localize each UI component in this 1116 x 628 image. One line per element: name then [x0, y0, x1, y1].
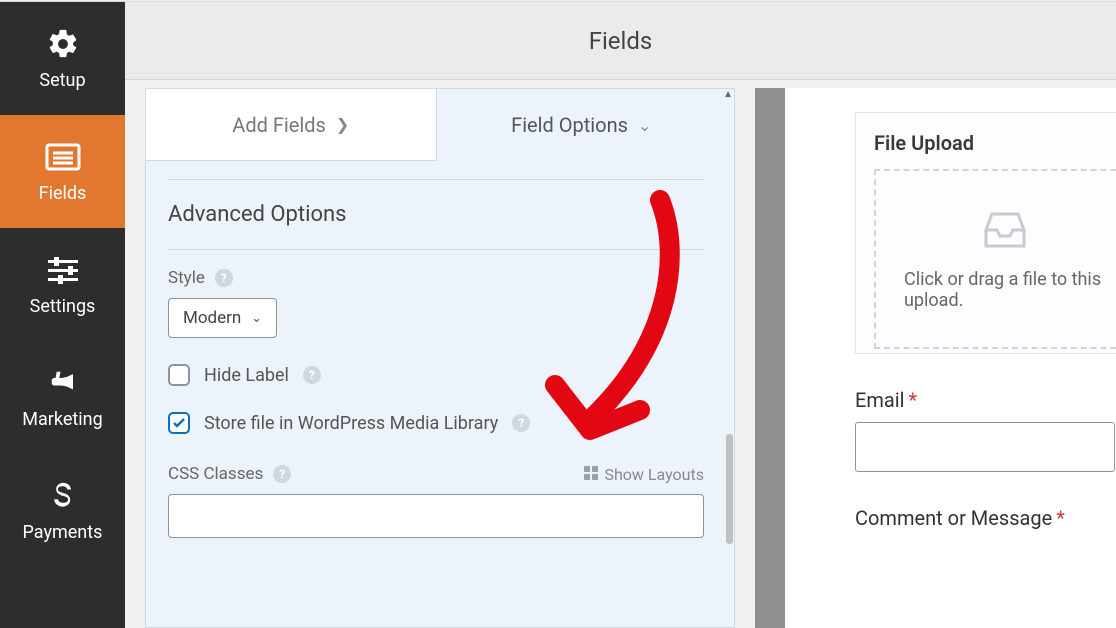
page-header: Fields: [125, 2, 1116, 80]
sliders-icon: [45, 252, 81, 288]
inbox-icon: [980, 208, 1030, 255]
email-input[interactable]: [855, 422, 1115, 472]
list-icon: [45, 139, 81, 175]
comment-field-preview: Comment or Message*: [855, 506, 1116, 530]
grid-icon: [584, 465, 598, 484]
help-icon[interactable]: ?: [215, 269, 233, 287]
field-options-panel: Add Fields ❯ Field Options ⌄ Advanced Op…: [145, 88, 735, 628]
tab-field-options[interactable]: Field Options ⌄: [437, 89, 727, 161]
bullhorn-icon: [45, 365, 81, 401]
style-value: Modern: [183, 308, 241, 328]
hide-label-checkbox[interactable]: [168, 364, 190, 386]
file-dropzone[interactable]: Click or drag a file to this upload.: [874, 169, 1116, 349]
required-mark: *: [909, 388, 918, 412]
divider: [168, 249, 704, 250]
tab-label: Field Options: [511, 113, 628, 137]
help-icon[interactable]: ?: [512, 414, 530, 432]
dollar-icon: [45, 478, 81, 514]
chevron-down-icon: ⌄: [251, 311, 262, 326]
tab-add-fields[interactable]: Add Fields ❯: [146, 89, 437, 161]
css-classes-label: CSS Classes: [168, 464, 263, 484]
email-field-preview: Email*: [855, 388, 1116, 472]
dropzone-text: Click or drag a file to this upload.: [904, 269, 1106, 311]
chevron-right-icon: ❯: [336, 115, 349, 134]
required-mark: *: [1056, 506, 1065, 530]
sidebar-item-label: Fields: [39, 183, 87, 204]
scrollbar-track[interactable]: ▲: [726, 89, 734, 628]
email-label: Email: [855, 388, 905, 412]
comment-label: Comment or Message: [855, 506, 1052, 530]
chevron-down-icon: ⌄: [638, 116, 651, 135]
sidebar-item-setup[interactable]: Setup: [0, 2, 125, 115]
file-upload-field[interactable]: File Upload Click or drag a file to this…: [855, 112, 1116, 354]
sidebar-item-payments[interactable]: Payments: [0, 454, 125, 567]
tab-label: Add Fields: [232, 113, 326, 137]
help-icon[interactable]: ?: [303, 366, 321, 384]
form-preview: File Upload Click or drag a file to this…: [785, 88, 1116, 628]
sidebar-item-label: Payments: [23, 522, 103, 543]
page-title: Fields: [589, 27, 653, 55]
sidebar-item-label: Marketing: [22, 409, 102, 430]
show-layouts-button[interactable]: Show Layouts: [584, 465, 704, 484]
sidebar-item-fields[interactable]: Fields: [0, 115, 125, 228]
gear-icon: [45, 26, 81, 62]
help-icon[interactable]: ?: [273, 465, 291, 483]
store-media-checkbox[interactable]: [168, 412, 190, 434]
file-upload-title: File Upload: [874, 131, 1116, 155]
panel-divider: [755, 88, 785, 628]
sidebar-item-label: Settings: [30, 296, 96, 317]
scrollbar-thumb[interactable]: [726, 434, 733, 544]
sidebar-item-label: Setup: [39, 70, 85, 91]
section-title-advanced: Advanced Options: [168, 180, 704, 249]
style-label: Style: [168, 268, 205, 288]
css-classes-input[interactable]: [168, 494, 704, 538]
sidebar-item-marketing[interactable]: Marketing: [0, 341, 125, 454]
sidebar-item-settings[interactable]: Settings: [0, 228, 125, 341]
scroll-up-arrow[interactable]: ▲: [723, 89, 733, 100]
sidebar: Setup Fields Settings Marketing Payments: [0, 2, 125, 628]
style-select[interactable]: Modern ⌄: [168, 298, 277, 338]
store-media-text: Store file in WordPress Media Library: [204, 413, 498, 434]
hide-label-text: Hide Label: [204, 365, 289, 386]
show-layouts-label: Show Layouts: [604, 465, 704, 484]
